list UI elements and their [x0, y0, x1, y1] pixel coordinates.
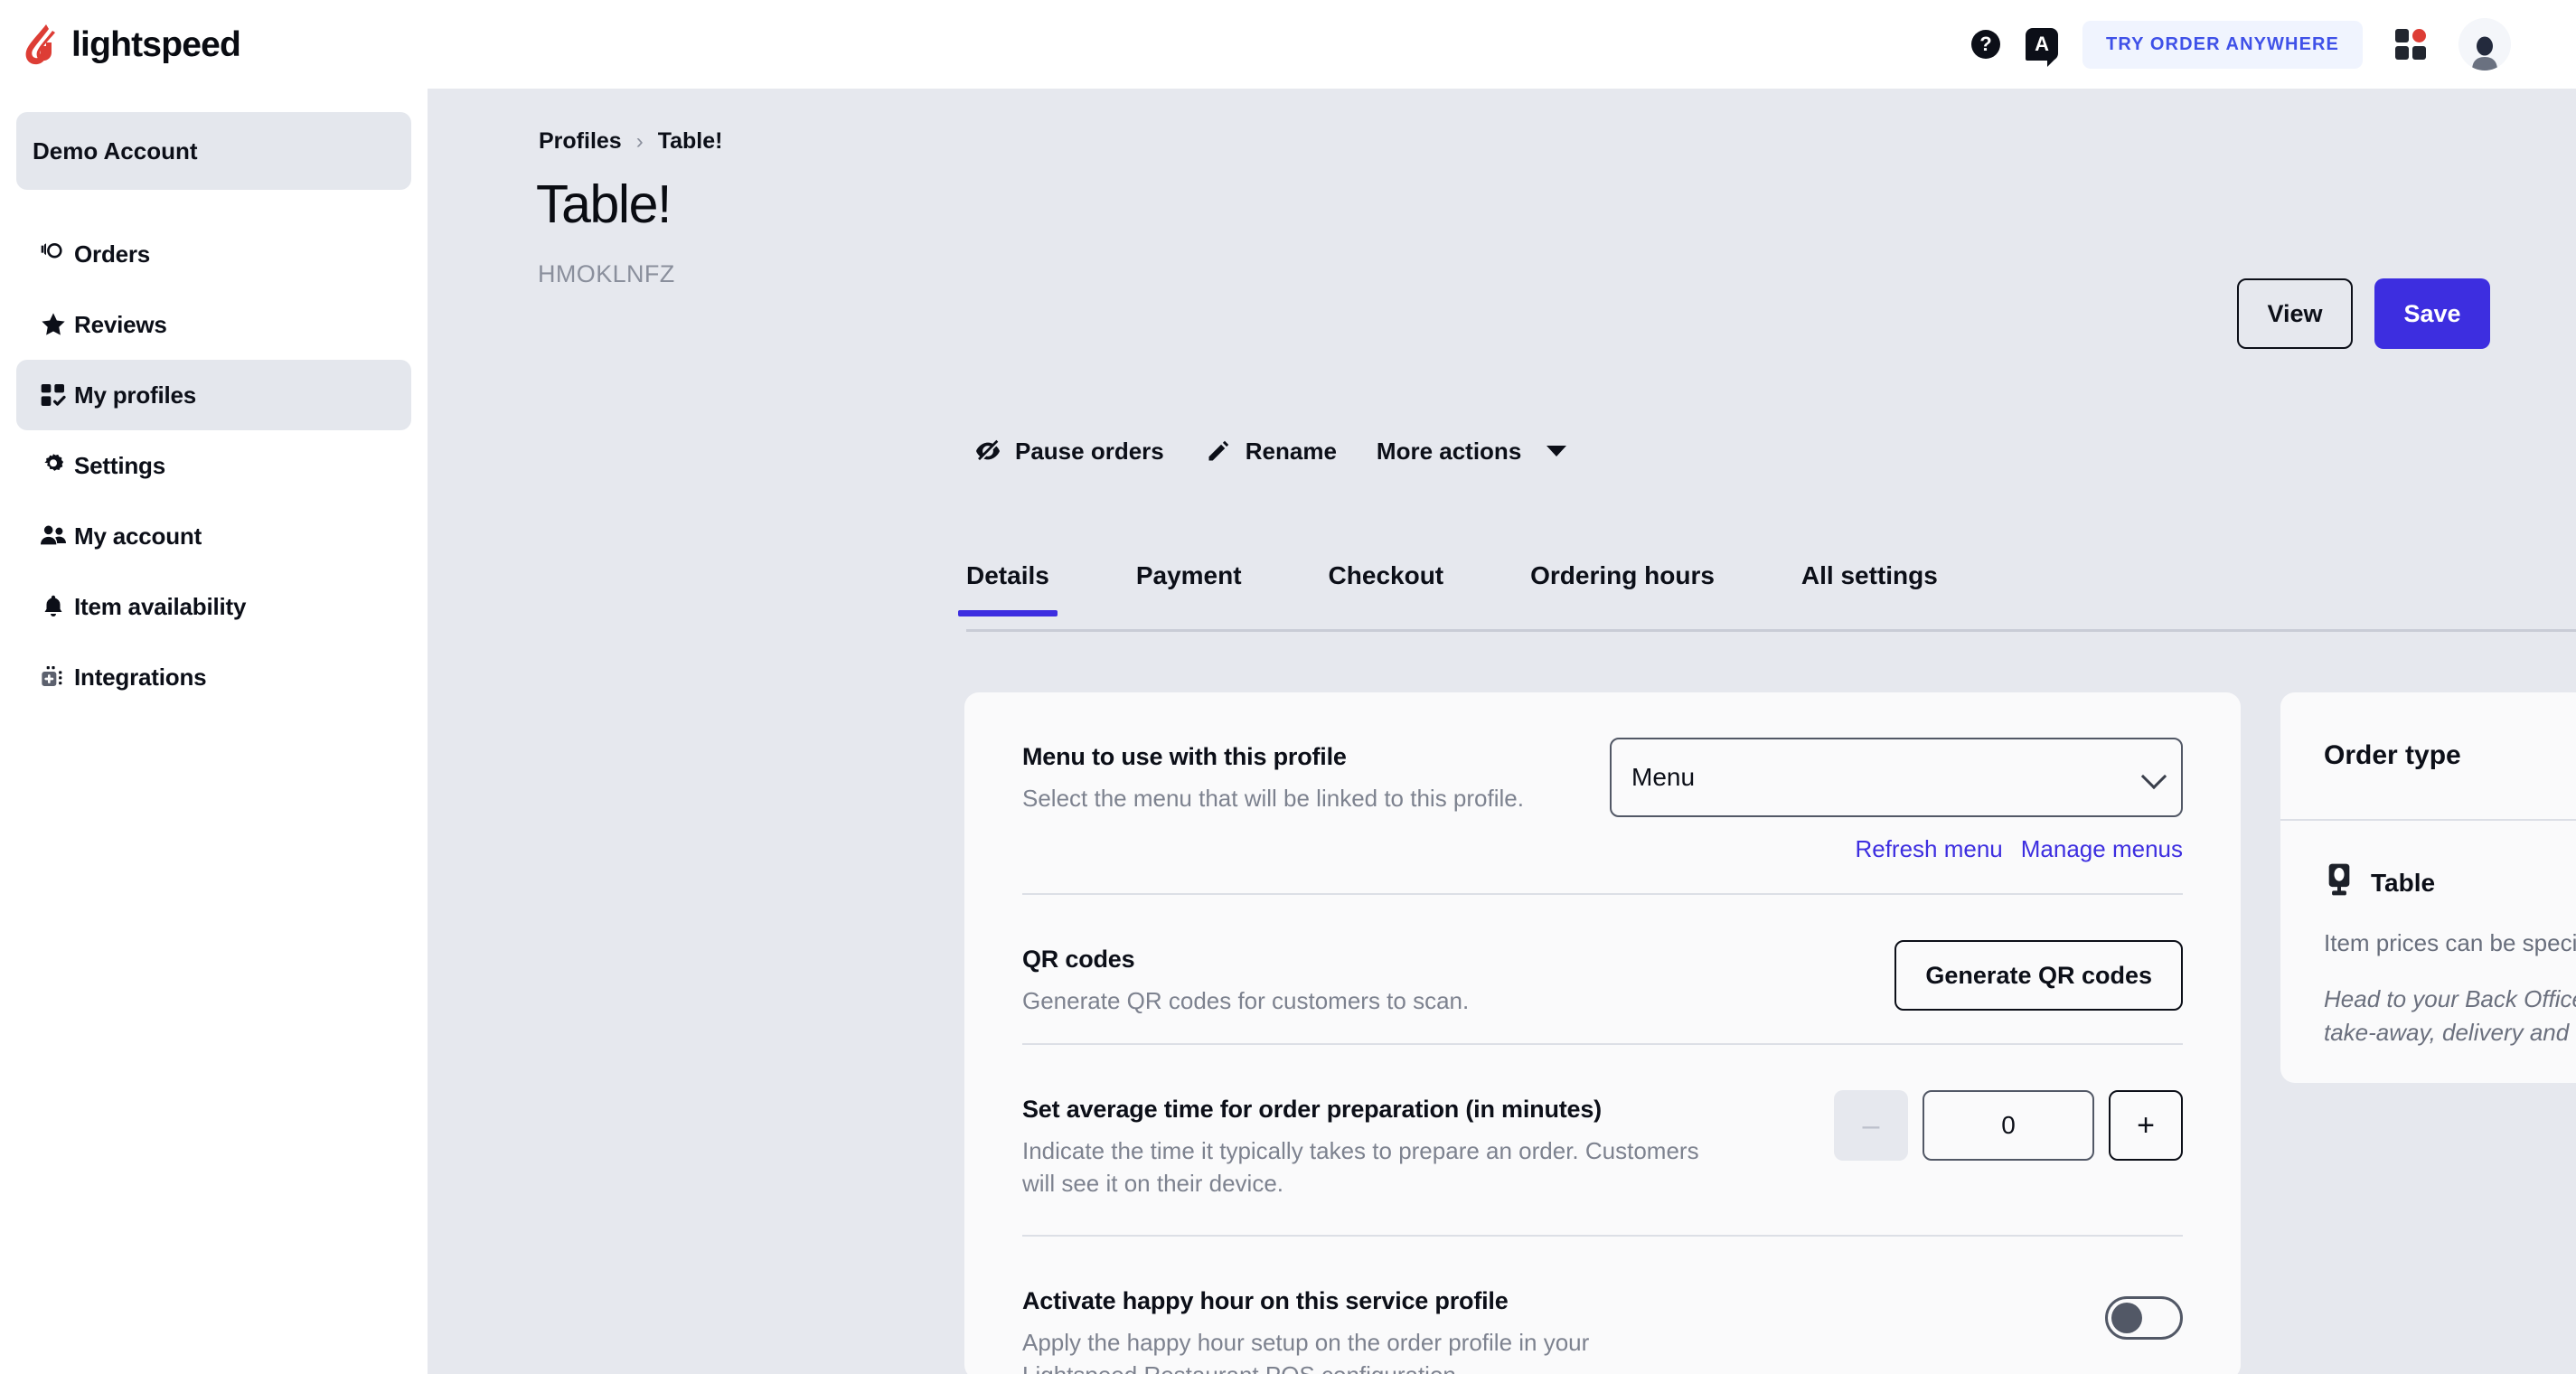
profile-action-bar: Pause orders Rename More actions	[973, 437, 1606, 466]
brand-logo[interactable]: lightspeed	[23, 23, 241, 66]
apps-button[interactable]	[2383, 16, 2439, 72]
qr-setting-row: QR codes Generate QR codes for customers…	[1022, 895, 2183, 1045]
order-type-description: Item prices can be specific to the order…	[2324, 929, 2576, 956]
gear-icon	[38, 450, 69, 481]
order-type-card: Order type Edit Table Item prices can be…	[2280, 692, 2576, 1083]
users-icon	[38, 521, 69, 551]
rename-button[interactable]: Rename	[1204, 437, 1337, 466]
order-type-note: Head to your Back Office to set differen…	[2324, 985, 2576, 1046]
table-icon	[2324, 862, 2355, 903]
tab-payment[interactable]: Payment	[1136, 554, 1242, 614]
account-selector[interactable]: Demo Account	[16, 112, 411, 190]
order-type-body: Table Item prices can be specific to the…	[2280, 821, 2576, 1049]
view-button[interactable]: View	[2237, 278, 2353, 349]
more-actions-button[interactable]: More actions	[1376, 437, 1567, 466]
toggle-knob	[2111, 1303, 2142, 1333]
happy-hour-title: Activate happy hour on this service prof…	[1022, 1287, 1509, 1314]
breadcrumb-current: Table!	[657, 128, 723, 154]
sidebar-item-label: My account	[74, 522, 202, 550]
pause-orders-button[interactable]: Pause orders	[973, 437, 1164, 466]
order-type-header: Order type Edit	[2280, 692, 2576, 821]
help-circle-icon: ?	[1971, 30, 2001, 59]
prep-time-subtitle: Indicate the time it typically takes to …	[1022, 1137, 1699, 1197]
sidebar-item-settings[interactable]: Settings	[16, 430, 411, 501]
sidebar-item-reviews[interactable]: Reviews	[16, 289, 411, 360]
account-name: Demo Account	[33, 136, 198, 165]
bell-icon	[38, 591, 69, 622]
refresh-menu-link[interactable]: Refresh menu	[1855, 835, 2002, 863]
page-title: Table!	[536, 174, 672, 234]
happy-hour-subtitle: Apply the happy hour setup on the order …	[1022, 1329, 1590, 1374]
integrations-icon	[38, 662, 69, 692]
tab-bar: Details Payment Checkout Ordering hours …	[958, 554, 2576, 632]
menu-setting-title: Menu to use with this profile	[1022, 743, 1347, 770]
tab-checkout[interactable]: Checkout	[1329, 554, 1444, 614]
sidebar-item-label: Orders	[74, 240, 151, 268]
sidebar-item-label: Integrations	[74, 663, 207, 691]
sidebar-item-my-account[interactable]: My account	[16, 501, 411, 571]
orders-icon	[38, 239, 69, 269]
star-icon	[38, 309, 69, 340]
header-actions: ? A TRY ORDER ANYWHERE	[1958, 0, 2511, 89]
sidebar: Demo Account Orders Reviews My profiles …	[0, 89, 428, 1374]
order-type-label: Table	[2371, 868, 2436, 897]
sidebar-item-label: Settings	[74, 451, 165, 479]
ask-bubble-icon: A	[2026, 28, 2059, 67]
sidebar-item-label: Reviews	[74, 310, 167, 338]
menu-links: Refresh menu Manage menus	[1610, 835, 2183, 863]
profiles-grid-icon	[38, 380, 69, 410]
main-content: Profiles › Table! Table! HMOKLNFZ Pause …	[428, 89, 2576, 1374]
manage-menus-link[interactable]: Manage menus	[2021, 835, 2183, 863]
page-header-buttons: View Save	[2237, 278, 2490, 349]
menu-select[interactable]: Menu	[1610, 738, 2183, 817]
prep-time-decrement-button[interactable]: –	[1834, 1090, 1908, 1161]
sidebar-item-orders[interactable]: Orders	[16, 219, 411, 289]
menu-select-wrapper: Menu Refresh menu Manage menus	[1610, 738, 2183, 863]
qr-setting-subtitle: Generate QR codes for customers to scan.	[1022, 987, 1470, 1014]
brand-name: lightspeed	[71, 24, 241, 64]
lightspeed-flame-icon	[25, 24, 55, 65]
tab-all-settings[interactable]: All settings	[1801, 554, 1938, 614]
details-settings-card: Menu to use with this profile Select the…	[964, 692, 2241, 1374]
tab-details[interactable]: Details	[958, 554, 1058, 616]
save-button[interactable]: Save	[2374, 278, 2490, 349]
prep-time-stepper: – +	[1834, 1090, 2183, 1161]
happy-hour-setting-row: Activate happy hour on this service prof…	[1022, 1237, 2183, 1374]
menu-setting-subtitle: Select the menu that will be linked to t…	[1022, 785, 1524, 812]
tab-ordering-hours[interactable]: Ordering hours	[1530, 554, 1715, 614]
order-type-heading: Order type	[2324, 740, 2461, 770]
prep-time-title: Set average time for order preparation (…	[1022, 1096, 1602, 1123]
breadcrumb-profiles[interactable]: Profiles	[539, 128, 622, 155]
breadcrumb: Profiles › Table!	[539, 128, 722, 155]
breadcrumb-separator-icon: ›	[635, 128, 644, 154]
qr-setting-title: QR codes	[1022, 946, 1135, 973]
sidebar-item-my-profiles[interactable]: My profiles	[16, 360, 411, 430]
top-header: lightspeed ? A TRY ORDER ANYWHERE	[0, 0, 2576, 89]
generate-qr-codes-button[interactable]: Generate QR codes	[1894, 940, 2183, 1011]
sidebar-nav: Orders Reviews My profiles Settings My a…	[0, 219, 428, 712]
happy-hour-toggle[interactable]	[2105, 1296, 2183, 1340]
pause-orders-label: Pause orders	[1015, 437, 1164, 465]
sidebar-item-label: Item availability	[74, 592, 247, 620]
apps-grid-icon	[2395, 29, 2426, 60]
order-type-value: Table	[2324, 862, 2576, 903]
avatar[interactable]	[2458, 18, 2511, 71]
pencil-icon	[1204, 437, 1233, 466]
menu-setting-row: Menu to use with this profile Select the…	[1022, 692, 2183, 895]
sidebar-item-label: My profiles	[74, 381, 197, 409]
eye-off-icon	[973, 437, 1002, 466]
rename-label: Rename	[1245, 437, 1337, 465]
help-button[interactable]: ?	[1958, 16, 2014, 72]
sidebar-item-integrations[interactable]: Integrations	[16, 642, 411, 712]
prep-time-setting-row: Set average time for order preparation (…	[1022, 1045, 2183, 1237]
sidebar-item-item-availability[interactable]: Item availability	[16, 571, 411, 642]
more-actions-label: More actions	[1376, 437, 1522, 465]
prep-time-increment-button[interactable]: +	[2109, 1090, 2183, 1161]
profile-code: HMOKLNFZ	[538, 260, 675, 287]
user-avatar-icon	[2472, 36, 2497, 71]
chevron-down-icon	[1547, 446, 1567, 456]
try-order-anywhere-button[interactable]: TRY ORDER ANYWHERE	[2082, 20, 2363, 69]
ask-button[interactable]: A	[2014, 16, 2070, 72]
prep-time-input[interactable]	[1923, 1090, 2094, 1161]
